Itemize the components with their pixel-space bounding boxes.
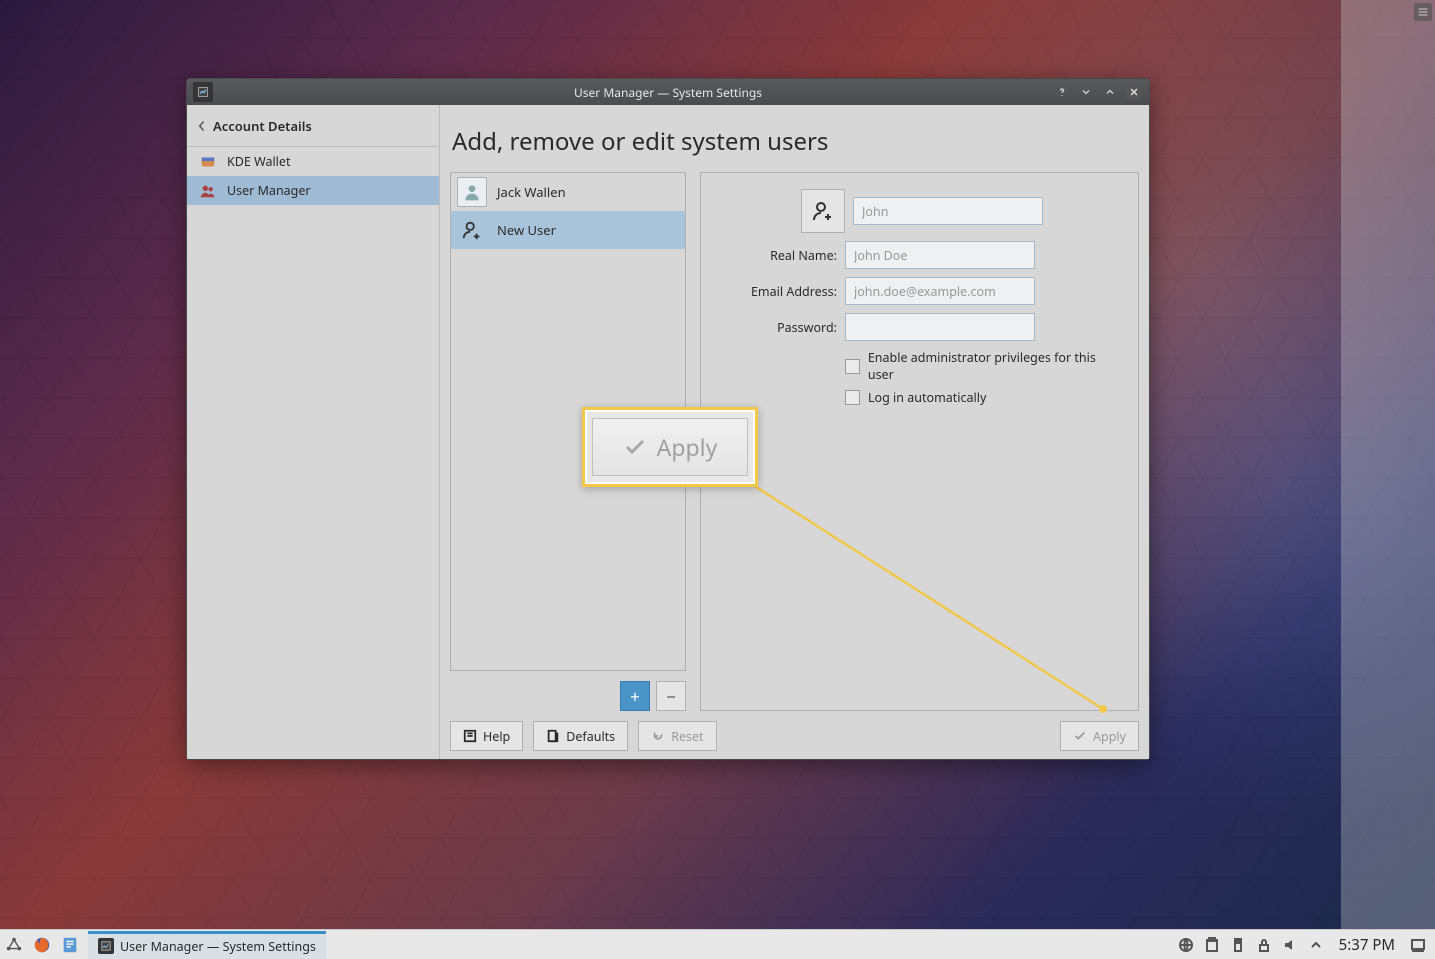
user-name: New User — [497, 221, 556, 239]
sidebar-back-label: Account Details — [213, 117, 312, 135]
taskbar-clock[interactable]: 5:37 PM — [1333, 935, 1401, 955]
autologin-checkbox-label: Log in automatically — [868, 389, 986, 406]
remove-user-button[interactable]: − — [656, 681, 686, 711]
email-label: Email Address: — [717, 283, 837, 300]
wallet-icon — [199, 153, 217, 171]
help-button[interactable]: Help — [450, 721, 523, 751]
new-user-icon — [457, 215, 487, 245]
sidebar-item-label: User Manager — [227, 182, 311, 199]
user-detail-form: Real Name: Email Address: Password: Enab… — [700, 172, 1139, 711]
minimize-button[interactable] — [1077, 83, 1095, 101]
taskbar-entry-system-settings[interactable]: User Manager — System Settings — [88, 931, 326, 959]
maximize-button[interactable] — [1101, 83, 1119, 101]
application-launcher[interactable] — [0, 931, 28, 959]
panel-toggle-button[interactable] — [1414, 3, 1432, 21]
realname-input[interactable] — [845, 241, 1035, 269]
callout-label: Apply — [657, 431, 718, 463]
close-button[interactable] — [1125, 83, 1143, 101]
choose-avatar-button[interactable] — [801, 189, 845, 233]
text-editor-launcher[interactable] — [56, 931, 84, 959]
volume-icon[interactable] — [1281, 936, 1299, 954]
email-input[interactable] — [845, 277, 1035, 305]
tray-expand-icon[interactable] — [1307, 936, 1325, 954]
page-heading: Add, remove or edit system users — [452, 125, 1139, 158]
window-titlebar[interactable]: User Manager — System Settings — [187, 79, 1149, 105]
sidebar-back[interactable]: Account Details — [187, 105, 439, 147]
sidebar-item-kde-wallet[interactable]: KDE Wallet — [187, 147, 439, 176]
taskbar-entry-label: User Manager — System Settings — [120, 938, 316, 955]
username-input[interactable] — [853, 197, 1043, 225]
window-app-icon — [193, 82, 213, 102]
main-panel: Add, remove or edit system users Jack Wa… — [440, 105, 1149, 759]
user-row-existing[interactable]: Jack Wallen — [451, 173, 685, 211]
password-input[interactable] — [845, 313, 1035, 341]
device-icon[interactable] — [1229, 936, 1247, 954]
user-row-new[interactable]: New User — [451, 211, 685, 249]
defaults-button[interactable]: Defaults — [533, 721, 628, 751]
help-button[interactable] — [1053, 83, 1071, 101]
users-icon — [199, 182, 217, 200]
sidebar-item-label: KDE Wallet — [227, 153, 290, 170]
show-desktop-icon[interactable] — [1409, 936, 1427, 954]
network-icon[interactable] — [1177, 936, 1195, 954]
apply-button[interactable]: Apply — [1060, 721, 1139, 751]
firefox-launcher[interactable] — [28, 931, 56, 959]
system-tray: 5:37 PM — [1177, 935, 1435, 955]
reset-button[interactable]: Reset — [638, 721, 716, 751]
window-title: User Manager — System Settings — [187, 84, 1149, 101]
autologin-checkbox[interactable] — [845, 390, 860, 405]
admin-checkbox[interactable] — [845, 359, 860, 374]
admin-checkbox-label: Enable administrator privileges for this… — [868, 349, 1122, 383]
realname-label: Real Name: — [717, 247, 837, 264]
settings-sidebar: Account Details KDE Wallet User Manager — [187, 105, 440, 759]
sidebar-item-user-manager[interactable]: User Manager — [187, 176, 439, 205]
taskbar: User Manager — System Settings 5:37 PM — [0, 929, 1435, 959]
clipboard-icon[interactable] — [1203, 936, 1221, 954]
password-label: Password: — [717, 319, 837, 336]
taskbar-entry-icon — [98, 938, 114, 954]
add-user-button[interactable]: + — [620, 681, 650, 711]
user-avatar-icon — [457, 177, 487, 207]
callout-zoom: Apply — [582, 407, 758, 487]
callout-apply-button: Apply — [592, 418, 748, 476]
lock-icon[interactable] — [1255, 936, 1273, 954]
user-name: Jack Wallen — [497, 183, 566, 201]
